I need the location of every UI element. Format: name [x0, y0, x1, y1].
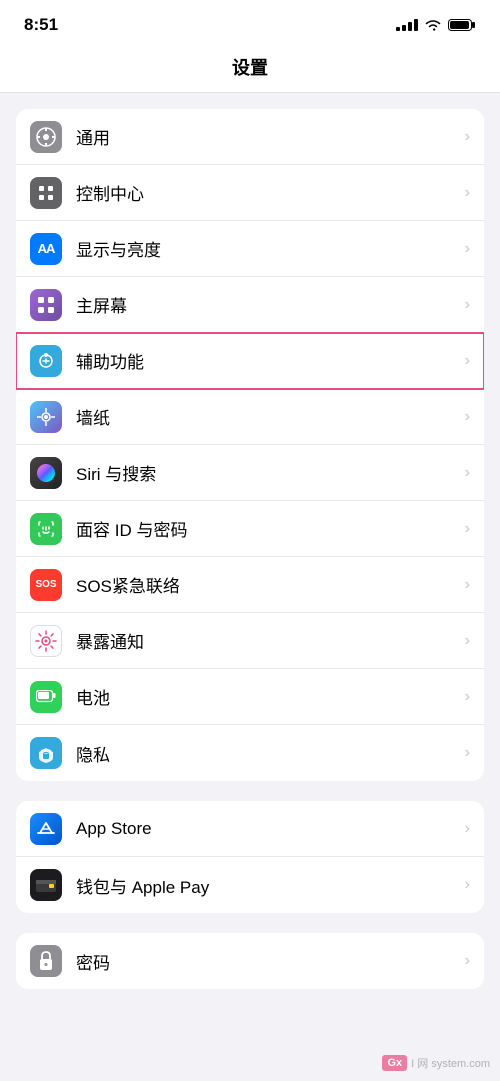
display-icon: AA [30, 233, 62, 265]
sos-label: SOS紧急联络 [76, 572, 465, 597]
wallpaper-icon [30, 401, 62, 433]
general-label: 通用 [76, 124, 465, 149]
exposure-icon [30, 625, 62, 657]
display-chevron: › [465, 240, 470, 258]
settings-row-privacy[interactable]: 隐私 › [16, 725, 484, 781]
home-screen-label: 主屏幕 [76, 292, 465, 317]
watermark-text: I 网 system.com [411, 1055, 490, 1071]
battery-chevron: › [465, 688, 470, 706]
settings-row-home-screen[interactable]: 主屏幕 › [16, 277, 484, 333]
accessibility-label: 辅助功能 [76, 348, 465, 373]
password-chevron: › [465, 952, 470, 970]
settings-group-main: 通用 › 控制中心 › AA 显示与亮度 › [16, 109, 484, 781]
password-icon [30, 945, 62, 977]
wifi-icon [424, 18, 442, 32]
settings-row-password[interactable]: 密码 › [16, 933, 484, 989]
app-store-label: App Store [76, 819, 465, 839]
face-id-icon [30, 513, 62, 545]
watermark-logo: Gx [382, 1055, 407, 1071]
signal-icon [396, 19, 418, 31]
settings-row-app-store[interactable]: App Store › [16, 801, 484, 857]
siri-icon [30, 457, 62, 489]
sos-icon: SOS [30, 569, 62, 601]
privacy-label: 隐私 [76, 741, 465, 766]
status-bar: 8:51 [0, 0, 500, 44]
face-id-chevron: › [465, 520, 470, 538]
settings-group-store: App Store › 钱包与 Apple Pay › [16, 801, 484, 913]
battery-label: 电池 [76, 684, 465, 709]
siri-chevron: › [465, 464, 470, 482]
wallpaper-label: 墙纸 [76, 404, 465, 429]
privacy-icon [30, 737, 62, 769]
control-center-chevron: › [465, 184, 470, 202]
settings-row-wallet[interactable]: 钱包与 Apple Pay › [16, 857, 484, 913]
settings-row-face-id[interactable]: 面容 ID 与密码 › [16, 501, 484, 557]
settings-row-battery[interactable]: 电池 › [16, 669, 484, 725]
settings-row-general[interactable]: 通用 › [16, 109, 484, 165]
status-icons [396, 18, 476, 32]
exposure-chevron: › [465, 632, 470, 650]
settings-container: 通用 › 控制中心 › AA 显示与亮度 › [0, 93, 500, 1025]
nav-bar: 设置 [0, 44, 500, 93]
password-label: 密码 [76, 949, 465, 974]
settings-row-display[interactable]: AA 显示与亮度 › [16, 221, 484, 277]
battery-row-icon [30, 681, 62, 713]
settings-row-exposure[interactable]: 暴露通知 › [16, 613, 484, 669]
settings-row-control-center[interactable]: 控制中心 › [16, 165, 484, 221]
settings-row-accessibility[interactable]: 辅助功能 › [16, 333, 484, 389]
display-label: 显示与亮度 [76, 236, 465, 261]
exposure-label: 暴露通知 [76, 628, 465, 653]
watermark: Gx I 网 system.com [382, 1055, 490, 1071]
siri-label: Siri 与搜索 [76, 460, 465, 485]
status-time: 8:51 [24, 15, 58, 35]
home-screen-chevron: › [465, 296, 470, 314]
control-center-label: 控制中心 [76, 180, 465, 205]
wallet-label: 钱包与 Apple Pay [76, 873, 465, 898]
settings-group-password: 密码 › [16, 933, 484, 989]
settings-row-wallpaper[interactable]: 墙纸 › [16, 389, 484, 445]
accessibility-icon [30, 345, 62, 377]
sos-chevron: › [465, 576, 470, 594]
wallet-chevron: › [465, 876, 470, 894]
accessibility-chevron: › [465, 352, 470, 370]
privacy-chevron: › [465, 744, 470, 762]
app-store-chevron: › [465, 820, 470, 838]
control-center-icon [30, 177, 62, 209]
wallpaper-chevron: › [465, 408, 470, 426]
page-title: 设置 [232, 58, 268, 78]
settings-row-siri[interactable]: Siri 与搜索 › [16, 445, 484, 501]
home-screen-icon [30, 289, 62, 321]
wallet-icon [30, 869, 62, 901]
face-id-label: 面容 ID 与密码 [76, 516, 465, 541]
battery-icon [448, 18, 476, 32]
general-icon [30, 121, 62, 153]
general-chevron: › [465, 128, 470, 146]
settings-row-sos[interactable]: SOS SOS紧急联络 › [16, 557, 484, 613]
app-store-icon [30, 813, 62, 845]
